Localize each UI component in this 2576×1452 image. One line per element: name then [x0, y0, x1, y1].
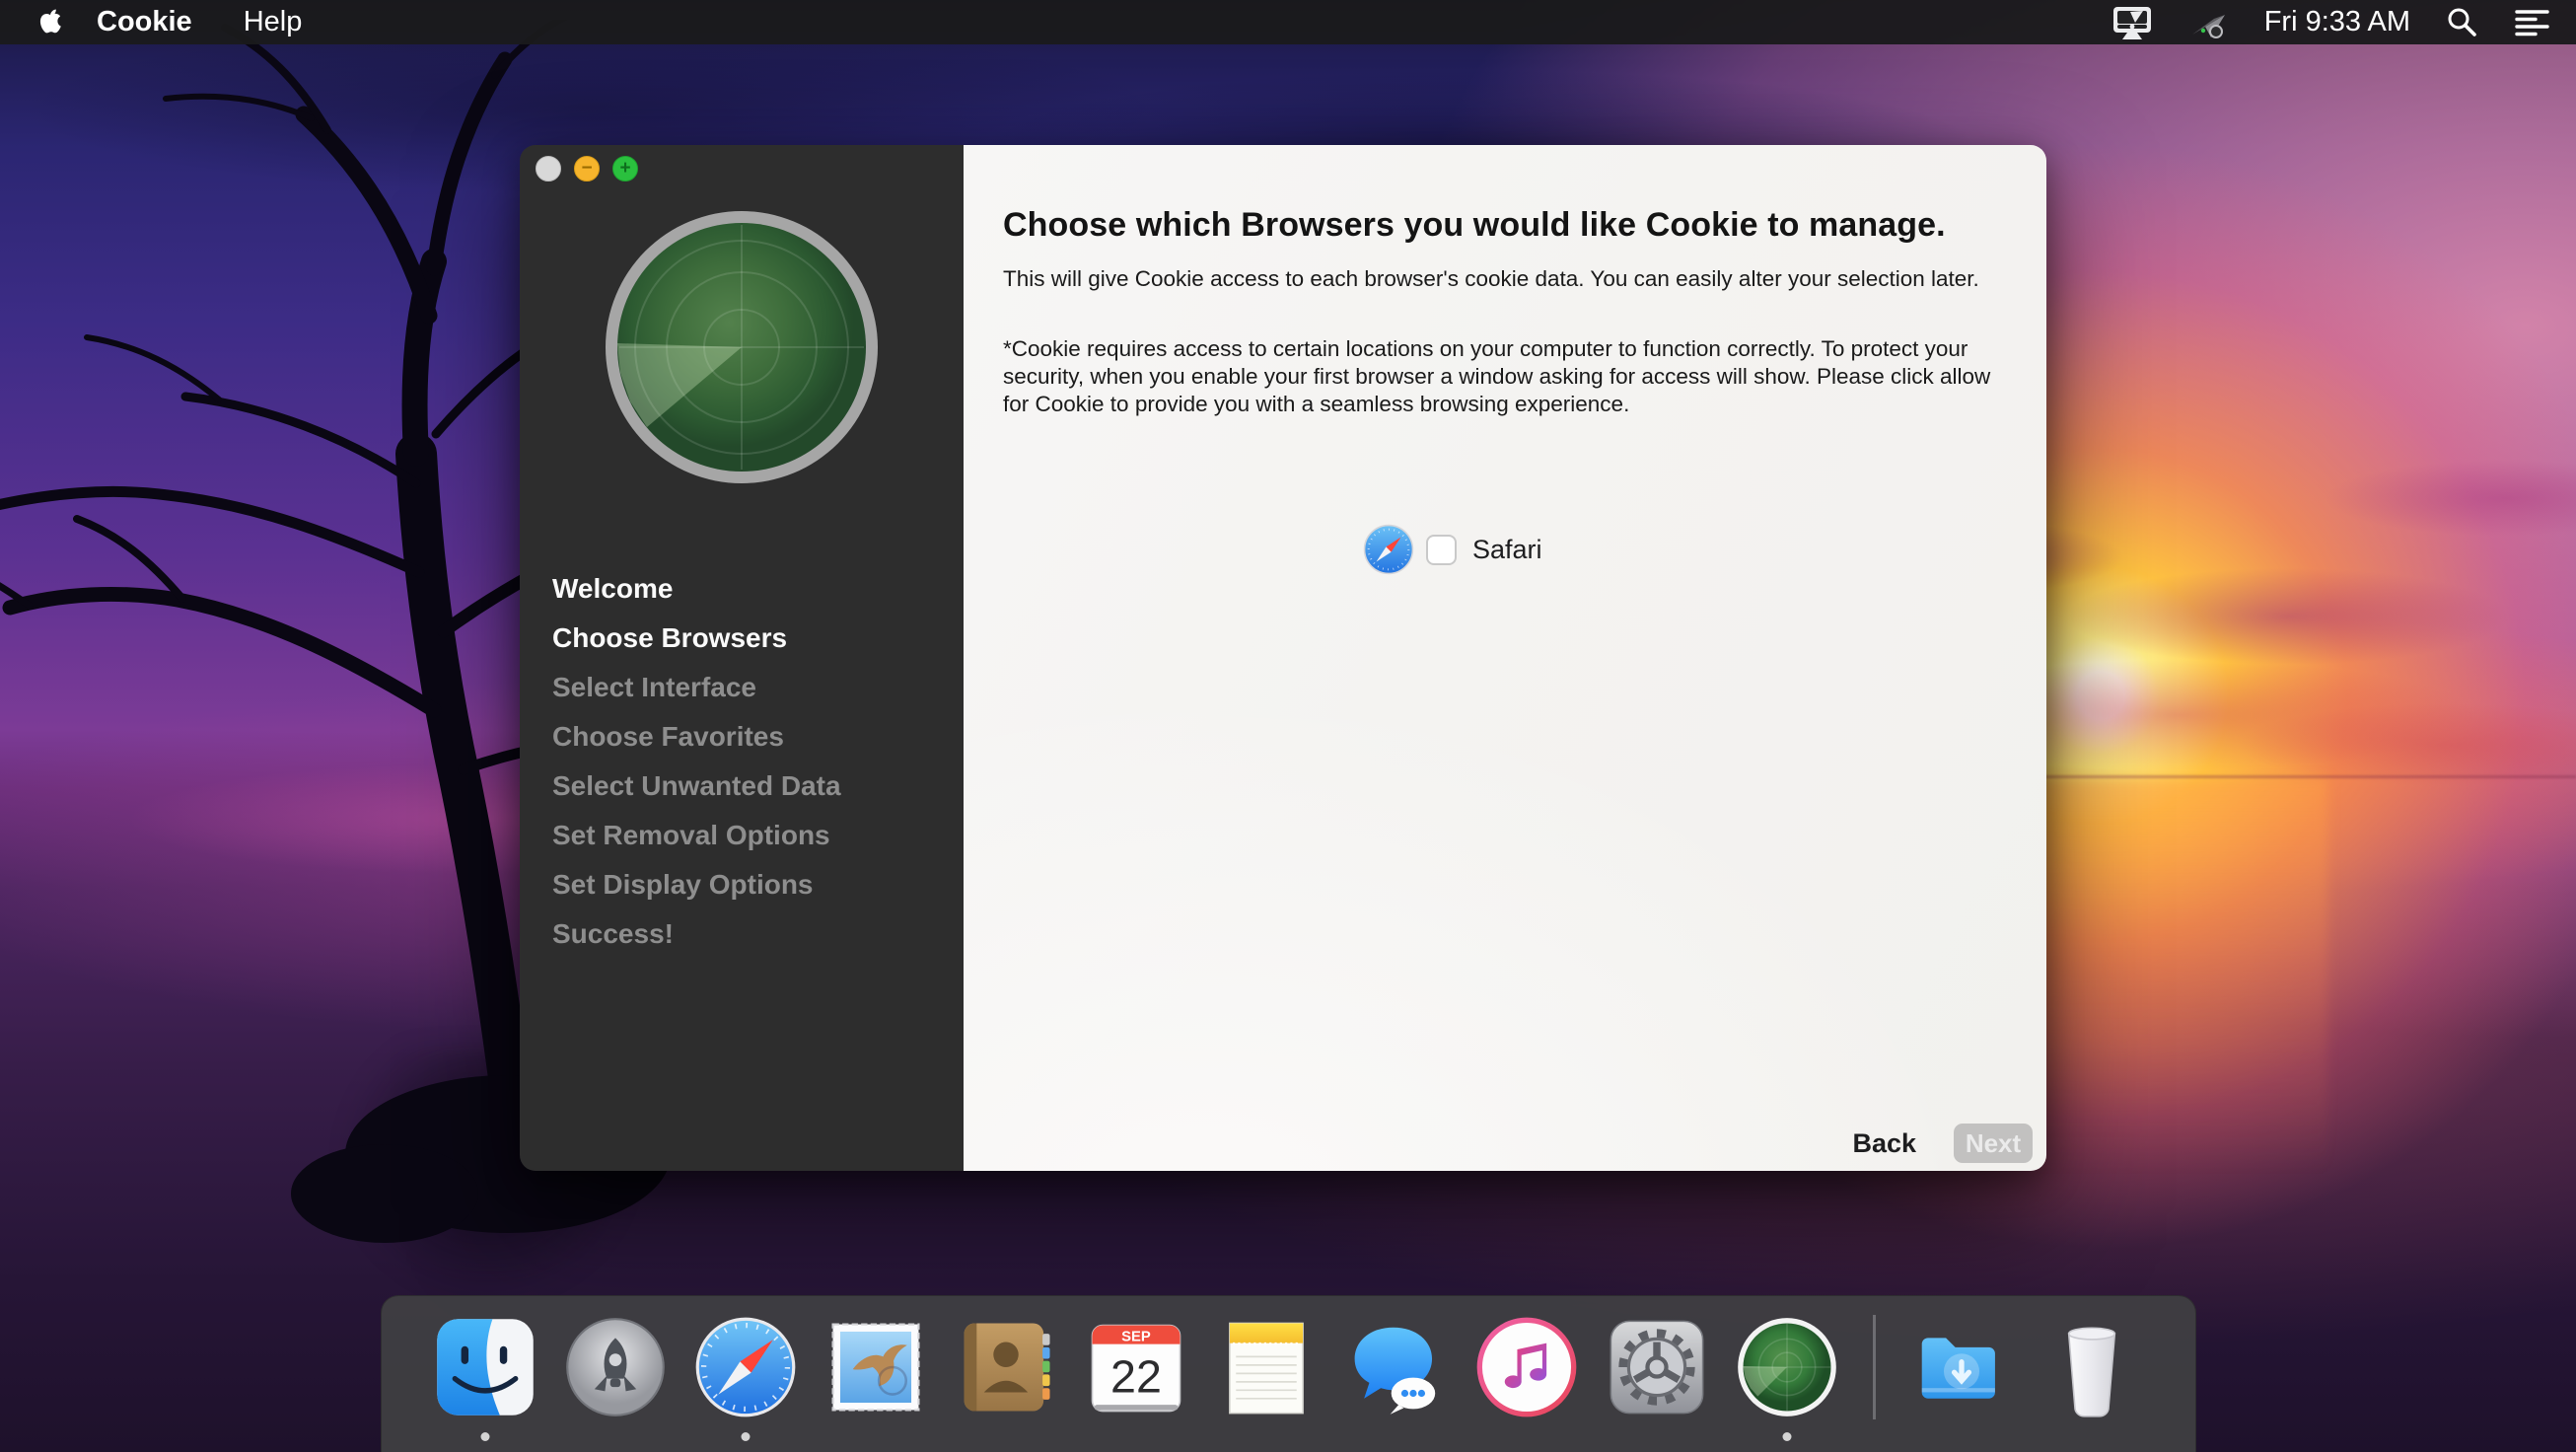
dock-system-preferences-icon[interactable] [1605, 1315, 1709, 1443]
running-indicator [481, 1432, 490, 1441]
wizard-step-success: Success! [552, 909, 841, 959]
dock-notes-icon[interactable] [1214, 1315, 1319, 1443]
dock-itunes-icon[interactable] [1474, 1315, 1579, 1443]
calendar-month: SEP [1121, 1330, 1151, 1345]
zoom-button[interactable]: + [612, 156, 638, 182]
wizard-step-list: Welcome Choose Browsers Select Interface… [552, 564, 841, 959]
dock-trash-icon[interactable] [2039, 1315, 2144, 1443]
menubar-app-name[interactable]: Cookie [97, 6, 192, 38]
screen-recorder-status-icon[interactable] [2189, 5, 2229, 40]
dock: SEP 22 [381, 1295, 2196, 1452]
safari-label: Safari [1472, 535, 1542, 565]
dock-safari-icon[interactable] [693, 1315, 798, 1443]
notification-center-icon[interactable] [2514, 8, 2550, 37]
desktop: Cookie Help [0, 0, 2576, 1452]
apple-icon [36, 7, 62, 37]
running-indicator [742, 1432, 751, 1441]
menu-bar: Cookie Help [0, 0, 2576, 44]
menubar-clock[interactable]: Fri 9:33 AM [2264, 6, 2410, 38]
spotlight-search-icon[interactable] [2446, 6, 2478, 38]
page-title: Choose which Browsers you would like Coo… [1003, 206, 1946, 245]
wizard-footer: Back Next [1852, 1124, 2033, 1163]
window-content: Choose which Browsers you would like Coo… [964, 145, 2046, 1171]
menubar-menu-help[interactable]: Help [244, 6, 303, 38]
description-paragraph: This will give Cookie access to each bro… [1003, 265, 1997, 293]
apple-menu[interactable] [14, 7, 83, 37]
dock-calendar-icon[interactable]: SEP 22 [1084, 1315, 1188, 1443]
wizard-step-welcome: Welcome [552, 564, 841, 614]
dock-separator [1873, 1315, 1876, 1419]
display-status-icon[interactable] [2111, 5, 2154, 40]
wizard-step-choose-browsers: Choose Browsers [552, 614, 841, 663]
cookie-radar-logo [604, 209, 880, 485]
wizard-step-select-interface: Select Interface [552, 663, 841, 712]
minimize-button[interactable]: − [574, 156, 600, 182]
dock-downloads-icon[interactable] [1909, 1315, 2014, 1443]
wizard-step-set-removal-options: Set Removal Options [552, 811, 841, 860]
close-button[interactable] [536, 156, 561, 182]
wizard-step-choose-favorites: Choose Favorites [552, 712, 841, 762]
browser-row-safari: Safari [1363, 524, 1542, 575]
cookie-setup-window: − + [520, 145, 2046, 1171]
security-note-paragraph: *Cookie requires access to certain locat… [1003, 335, 1997, 418]
dock-messages-icon[interactable] [1344, 1315, 1449, 1443]
running-indicator [1783, 1432, 1792, 1441]
window-controls: − + [536, 156, 638, 182]
wizard-step-select-unwanted-data: Select Unwanted Data [552, 762, 841, 811]
safari-checkbox[interactable] [1426, 535, 1457, 565]
window-sidebar: − + [520, 145, 964, 1171]
dock-contacts-icon[interactable] [954, 1315, 1058, 1443]
safari-icon [1363, 524, 1414, 575]
dock-cookie-icon[interactable] [1735, 1315, 1839, 1443]
wizard-step-set-display-options: Set Display Options [552, 860, 841, 909]
calendar-day: 22 [1110, 1350, 1162, 1402]
back-button[interactable]: Back [1852, 1128, 1916, 1159]
next-button[interactable]: Next [1954, 1124, 2033, 1163]
dock-finder-icon[interactable] [433, 1315, 537, 1443]
dock-launchpad-icon[interactable] [563, 1315, 668, 1443]
dock-mail-icon[interactable] [823, 1315, 928, 1443]
